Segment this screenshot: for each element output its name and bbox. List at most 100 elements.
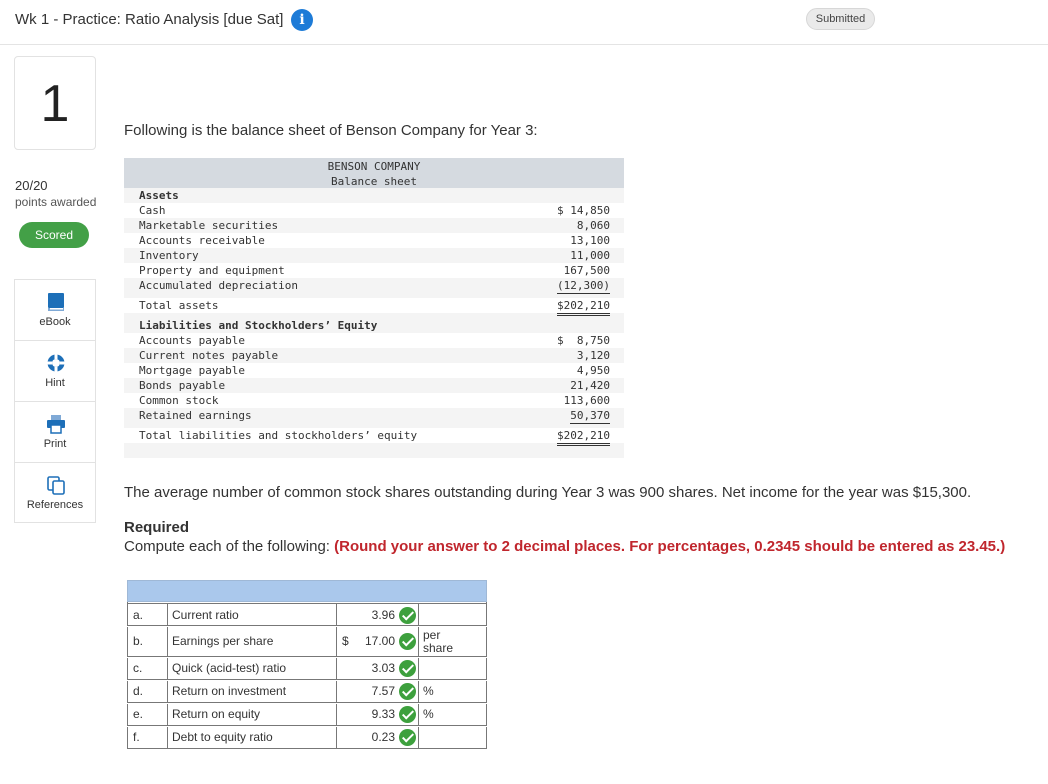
balance-row: Property and equipment 167,500 <box>124 263 624 278</box>
ebook-button[interactable]: eBook <box>14 279 96 340</box>
balance-row: Cash $ 14,850 <box>124 203 624 218</box>
balance-row: Accumulated depreciation (12,300) <box>124 278 624 294</box>
row-label: Cash <box>139 204 166 217</box>
row-letter: f. <box>128 727 168 748</box>
row-unit <box>419 658 487 679</box>
row-name: Return on equity <box>168 704 337 725</box>
balance-row: Inventory 11,000 <box>124 248 624 263</box>
answer-row: e. Return on equity 9.33 % <box>127 704 487 726</box>
balance-row: Accounts payable $ 8,750 <box>124 333 624 348</box>
instructions: Compute each of the following: (Round yo… <box>124 538 1005 555</box>
answer-row: d. Return on investment 7.57 % <box>127 681 487 703</box>
balance-sheet-subtitle: Balance sheet <box>330 175 418 188</box>
ebook-label: eBook <box>39 316 71 328</box>
row-value: 8,060 <box>576 219 610 232</box>
balance-row: Marketable securities 8,060 <box>124 218 624 233</box>
shares-info-text: The average number of common stock share… <box>124 484 972 501</box>
total-liabilities-row: Total liabilities and stockholders’ equi… <box>124 428 624 446</box>
liabilities-heading-row: Liabilities and Stockholders’ Equity <box>124 318 624 333</box>
answer-table-header <box>127 580 487 602</box>
row-value: 11,000 <box>570 249 610 262</box>
balance-sheet-header: BENSON COMPANY Balance sheet <box>124 158 624 188</box>
row-name: Current ratio <box>168 604 337 625</box>
points-awarded-label: points awarded <box>15 195 97 209</box>
row-letter: d. <box>128 681 168 702</box>
hint-label: Hint <box>45 377 65 389</box>
print-button[interactable]: Print <box>14 401 96 462</box>
row-letter: c. <box>128 658 168 679</box>
row-name: Return on investment <box>168 681 337 702</box>
row-label: Total liabilities and stockholders’ equi… <box>139 429 418 442</box>
printer-icon <box>46 414 66 434</box>
row-unit <box>419 604 487 625</box>
row-unit: % <box>423 684 434 698</box>
row-value: 21,420 <box>570 379 610 392</box>
row-label: Property and equipment <box>139 264 285 277</box>
instructions-text: Compute each of the following: <box>124 538 335 555</box>
assets-heading: Assets <box>139 189 179 202</box>
answer-field[interactable]: $ 17.00 <box>337 627 419 656</box>
row-value: 113,600 <box>563 394 610 407</box>
row-value: 13,100 <box>570 234 610 247</box>
balance-row: Accounts receivable 13,100 <box>124 233 624 248</box>
row-value: $202,210 <box>557 298 610 316</box>
total-assets-row: Total assets $202,210 <box>124 298 624 316</box>
references-button[interactable]: References <box>14 462 96 523</box>
row-label: Accounts payable <box>139 334 245 347</box>
row-letter: b. <box>128 627 168 656</box>
assignment-title: Wk 1 - Practice: Ratio Analysis [due Sat… <box>15 11 284 28</box>
answer-value: 17.00 <box>364 634 395 648</box>
assets-heading-row: Assets <box>124 188 624 203</box>
answer-value: 3.96 <box>371 608 395 622</box>
row-label: Common stock <box>139 394 219 407</box>
answer-row: a. Current ratio 3.96 <box>127 603 487 626</box>
row-letter: a. <box>128 604 168 625</box>
balance-row: Common stock 113,600 <box>124 393 624 408</box>
answer-value: 9.33 <box>371 707 395 721</box>
balance-row: Retained earnings 50,370 <box>124 408 624 424</box>
row-name: Earnings per share <box>168 627 337 656</box>
scored-badge: Scored <box>19 222 89 248</box>
check-icon <box>399 607 416 624</box>
row-unit: % <box>423 707 434 721</box>
row-unit <box>419 727 487 748</box>
company-name: BENSON COMPANY <box>327 160 421 173</box>
row-name: Debt to equity ratio <box>168 727 337 748</box>
question-intro: Following is the balance sheet of Benson… <box>124 122 538 139</box>
row-name: Quick (acid-test) ratio <box>168 658 337 679</box>
book-icon <box>46 292 66 312</box>
check-icon <box>399 729 416 746</box>
score-value: 20/20 <box>15 178 48 193</box>
lifebuoy-icon <box>46 353 66 373</box>
row-label: Inventory <box>139 249 199 262</box>
dollar-sign: $ <box>342 634 349 648</box>
row-value: $ 8,750 <box>557 334 610 347</box>
info-icon[interactable]: i <box>291 9 313 31</box>
copy-icon <box>46 475 66 495</box>
check-icon <box>399 660 416 677</box>
answer-field[interactable]: 3.03 <box>337 658 419 679</box>
references-label: References <box>26 499 84 511</box>
answer-field[interactable]: 3.96 <box>337 604 419 625</box>
answer-field[interactable]: 9.33 <box>337 704 419 725</box>
row-label: Mortgage payable <box>139 364 245 377</box>
answer-field[interactable]: 0.23 <box>337 727 419 748</box>
required-label: Required <box>124 519 190 536</box>
row-letter: e. <box>128 704 168 725</box>
hint-button[interactable]: Hint <box>14 340 96 401</box>
row-label: Current notes payable <box>139 349 279 362</box>
row-value: $ 14,850 <box>557 204 610 217</box>
answer-row: c. Quick (acid-test) ratio 3.03 <box>127 658 487 680</box>
row-value: $202,210 <box>557 428 610 446</box>
row-label: Total assets <box>139 299 219 312</box>
check-icon <box>399 706 416 723</box>
answer-field[interactable]: 7.57 <box>337 681 419 702</box>
print-label: Print <box>43 438 67 450</box>
rounding-note: (Round your answer to 2 decimal places. … <box>334 538 1006 555</box>
row-label: Marketable securities <box>139 219 279 232</box>
row-label: Accounts receivable <box>139 234 265 247</box>
row-value: 4,950 <box>576 364 610 377</box>
row-unit: per share <box>423 628 454 655</box>
balance-row: Mortgage payable 4,950 <box>124 363 624 378</box>
check-icon <box>399 633 416 650</box>
